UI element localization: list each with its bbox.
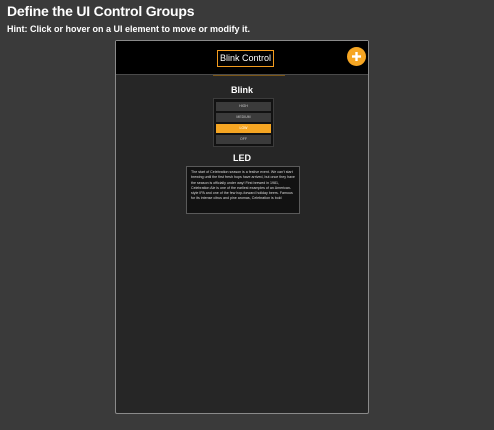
plus-circle-icon bbox=[352, 52, 361, 61]
blink-option-high[interactable]: HIGH bbox=[216, 102, 271, 111]
device-preview: Blink Control Blink HIGH MEDIUM LOW OFF … bbox=[115, 40, 369, 414]
led-text: The start of Celebration season is a fes… bbox=[191, 170, 295, 201]
add-button[interactable] bbox=[347, 47, 366, 66]
title-underline bbox=[213, 75, 285, 76]
top-bar: Blink Control bbox=[116, 41, 368, 75]
blink-option-low[interactable]: LOW bbox=[216, 124, 271, 133]
control-title[interactable]: Blink Control bbox=[217, 50, 275, 67]
blink-option-medium[interactable]: MEDIUM bbox=[216, 113, 271, 122]
blink-title[interactable]: Blink bbox=[116, 85, 368, 95]
hint-text: Hint: Click or hover on a UI element to … bbox=[7, 24, 251, 34]
blink-option-list[interactable]: HIGH MEDIUM LOW OFF bbox=[213, 98, 274, 147]
blink-option-off[interactable]: OFF bbox=[216, 135, 271, 144]
led-text-box[interactable]: The start of Celebration season is a fes… bbox=[186, 166, 300, 214]
led-title[interactable]: LED bbox=[116, 153, 368, 163]
page-title: Define the UI Control Groups bbox=[7, 3, 195, 19]
